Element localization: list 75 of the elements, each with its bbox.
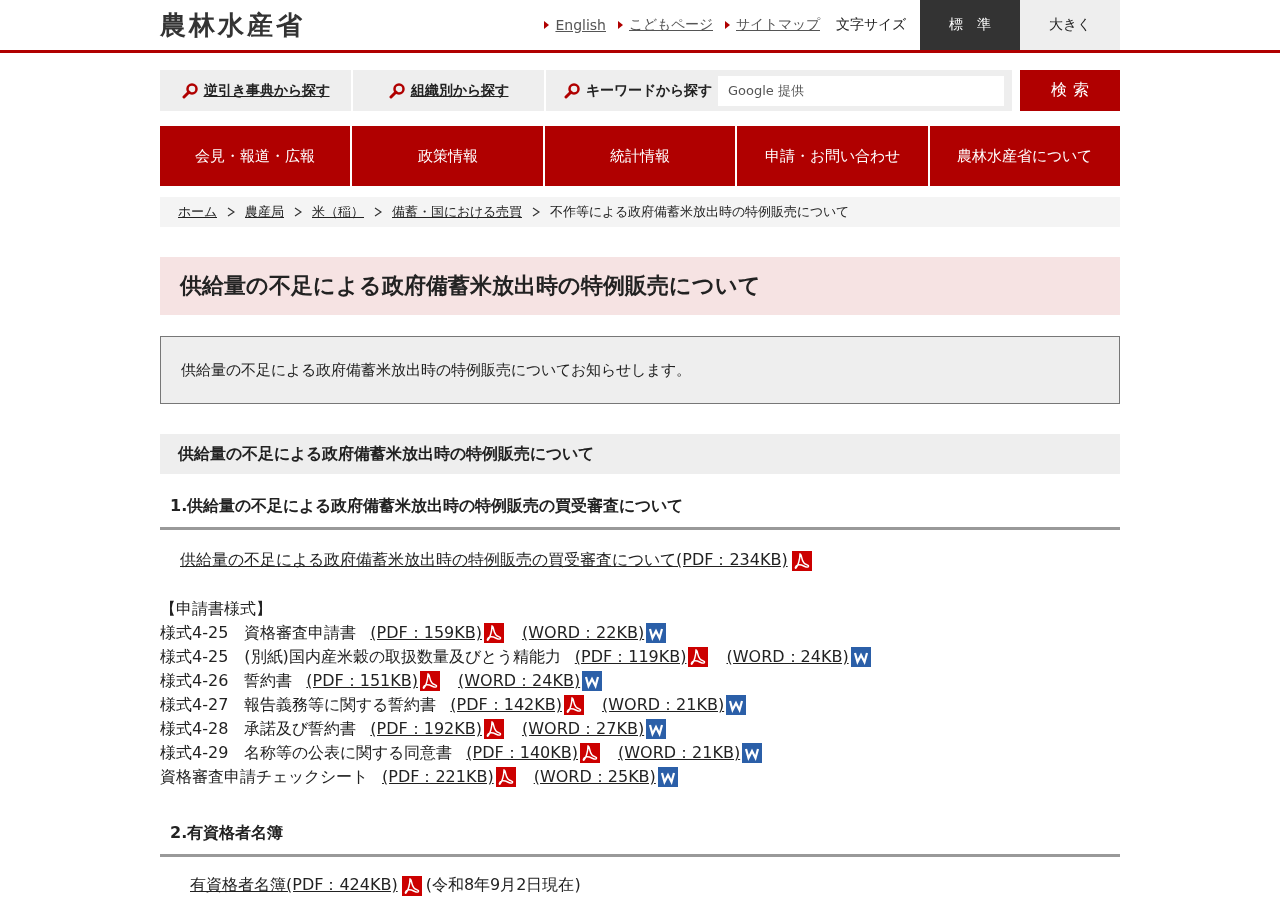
breadcrumb-link[interactable]: 農産局 — [245, 203, 284, 221]
document-link[interactable]: 供給量の不足による政府備蓄米放出時の特例販売の買受審査について(PDF：234KB) — [180, 550, 788, 571]
file-link[interactable]: (PDF：221KB) — [382, 765, 494, 789]
form-name: 様式4-26 誓約書 — [160, 670, 293, 692]
header-link[interactable]: サイトマップ — [725, 16, 820, 34]
breadcrumb-link[interactable]: 備蓄・国における売買 — [392, 203, 522, 221]
pdf-icon — [484, 719, 504, 739]
page-title: 供給量の不足による政府備蓄米放出時の特例販売について — [160, 257, 1120, 315]
word-icon — [657, 767, 678, 787]
site-logo[interactable]: 農林水産省 — [160, 7, 305, 43]
section-heading: 供給量の不足による政府備蓄米放出時の特例販売について — [160, 434, 1120, 474]
keyword-label: キーワードから探す — [586, 81, 712, 100]
pdf-icon — [484, 623, 504, 643]
form-name: 資格審査申請チェックシート — [160, 766, 368, 788]
chevron-icon — [532, 207, 540, 217]
pdf-icon — [791, 550, 812, 571]
form-name: 様式4-25 資格審査申請書 — [160, 622, 357, 644]
form-list-heading: 【申請書様式】 — [160, 598, 273, 620]
word-icon — [582, 671, 603, 691]
breadcrumb-link[interactable]: 米（稲） — [312, 203, 364, 221]
search-button[interactable]: 検 索 — [1020, 70, 1120, 111]
search-icon — [181, 82, 198, 99]
nav-item[interactable]: 会見・報道・広報 — [160, 126, 351, 186]
word-icon — [850, 647, 871, 667]
font-size-label: 文字サイズ — [836, 16, 906, 34]
form-name: 様式4-25 (別紙)国内産米穀の取扱数量及びとう精能力 — [160, 646, 561, 668]
nav-item[interactable]: 農林水産省について — [929, 126, 1121, 186]
pdf-icon — [420, 671, 440, 691]
chevron-icon — [294, 207, 302, 217]
breadcrumb-link[interactable]: ホーム — [178, 203, 217, 221]
search-field[interactable]: Google 提供 — [718, 75, 1004, 106]
header-link[interactable]: こどもページ — [618, 16, 713, 34]
word-icon — [646, 623, 667, 643]
font-size-button[interactable]: 大きく — [1020, 0, 1120, 50]
file-link[interactable]: (WORD：27KB) — [522, 717, 645, 741]
word-icon — [646, 719, 667, 739]
nav-item[interactable]: 申請・お問い合わせ — [737, 126, 928, 186]
file-link[interactable]: (WORD：24KB) — [458, 669, 581, 693]
file-link[interactable]: (WORD：22KB) — [522, 621, 645, 645]
pdf-icon — [401, 875, 422, 896]
nav-item[interactable]: 政策情報 — [352, 126, 543, 186]
breadcrumb-current: 不作等による政府備蓄米放出時の特例販売について — [550, 203, 849, 221]
chevron-icon — [227, 207, 235, 217]
form-name: 様式4-29 名称等の公表に関する同意書 — [160, 742, 453, 764]
pdf-icon — [564, 695, 584, 715]
chevron-icon — [374, 207, 382, 217]
notice-box: 供給量の不足による政府備蓄米放出時の特例販売についてお知らせします。 — [160, 336, 1120, 404]
search-link[interactable]: 組織別から探す — [353, 70, 544, 111]
word-icon — [726, 695, 747, 715]
subsection-heading: 1.供給量の不足による政府備蓄米放出時の特例販売の買受審査について — [160, 490, 1120, 530]
word-icon — [742, 743, 763, 763]
file-link[interactable]: (PDF：192KB) — [370, 717, 482, 741]
file-link[interactable]: (PDF：159KB) — [370, 621, 482, 645]
pdf-icon — [495, 767, 516, 787]
file-link[interactable]: (WORD：21KB) — [602, 693, 725, 717]
file-link[interactable]: (PDF：140KB) — [466, 741, 578, 765]
search-icon — [564, 82, 580, 99]
font-size-button[interactable]: 標 準 — [920, 0, 1020, 50]
form-name: 様式4-27 報告義務等に関する誓約書 — [160, 694, 437, 716]
document-link[interactable]: 有資格者名簿(PDF：424KB) — [190, 875, 398, 896]
file-link[interactable]: (WORD：25KB) — [533, 765, 656, 789]
search-link[interactable]: 逆引き事典から探す — [160, 70, 351, 111]
search-icon — [388, 82, 405, 99]
pdf-icon — [688, 647, 709, 667]
date-note: (令和8年9月2日現在) — [425, 875, 581, 896]
file-link[interactable]: (PDF：119KB) — [574, 645, 687, 669]
file-link[interactable]: (WORD：24KB) — [726, 645, 849, 669]
form-name: 様式4-28 承諾及び誓約書 — [160, 718, 357, 740]
pdf-icon — [580, 743, 600, 763]
file-link[interactable]: (WORD：21KB) — [618, 741, 741, 765]
subsection-heading: 2.有資格者名簿 — [160, 817, 1120, 857]
header-link[interactable]: English — [544, 17, 606, 33]
nav-item[interactable]: 統計情報 — [544, 126, 736, 186]
file-link[interactable]: (PDF：142KB) — [450, 693, 562, 717]
file-link[interactable]: (PDF：151KB) — [306, 669, 418, 693]
